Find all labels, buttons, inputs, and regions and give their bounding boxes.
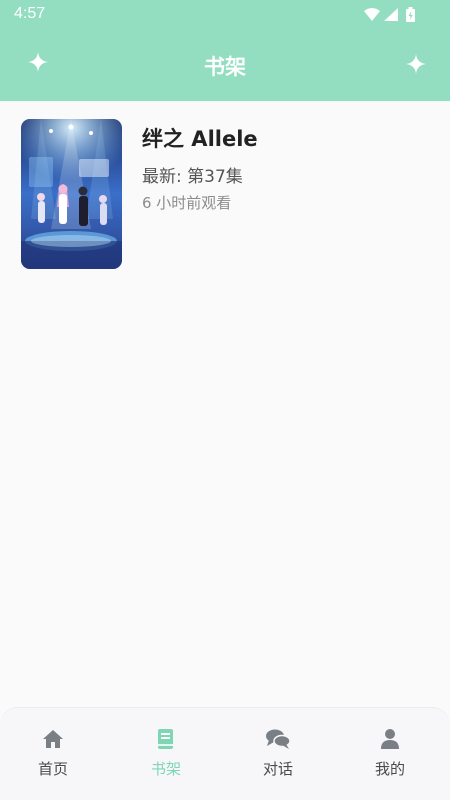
tab-home[interactable]: 首页 [0, 708, 109, 800]
anime-cover-image[interactable] [21, 119, 122, 269]
tab-chat[interactable]: 对话 [222, 708, 334, 800]
book-icon [110, 728, 222, 752]
latest-episode: 最新: 第37集 [142, 167, 243, 187]
home-icon [0, 728, 109, 752]
user-icon [334, 728, 446, 752]
sparkle-icon[interactable] [405, 53, 427, 75]
title-bar: 书架 [0, 38, 450, 90]
app-screen: 4:57 书架 绊之 Allele 最新: 第37集 6 小时前观看 首页 书架… [0, 0, 450, 800]
tab-profile[interactable]: 我的 [334, 708, 446, 800]
status-icons [362, 6, 422, 24]
book-title: 绊之 Allele [142, 127, 258, 151]
signal-icon [384, 8, 398, 21]
page-title: 书架 [204, 55, 246, 79]
list-item[interactable]: 绊之 Allele 最新: 第37集 6 小时前观看 [21, 119, 431, 269]
chat-bubbles-icon [222, 728, 334, 752]
bottom-nav: 首页 书架 对话 我的 [0, 707, 450, 800]
wifi-icon [364, 8, 380, 21]
tab-chat-label: 对话 [262, 760, 293, 778]
tab-home-label: 首页 [37, 760, 68, 778]
tab-profile-label: 我的 [374, 760, 405, 778]
header: 4:57 书架 [0, 0, 450, 101]
last-watched: 6 小时前观看 [142, 194, 232, 212]
status-time: 4:57 [14, 5, 46, 22]
battery-charging-icon [406, 7, 415, 22]
tab-bookshelf[interactable]: 书架 [110, 708, 222, 800]
status-bar: 4:57 [0, 0, 450, 28]
tab-bookshelf-label: 书架 [150, 760, 181, 778]
